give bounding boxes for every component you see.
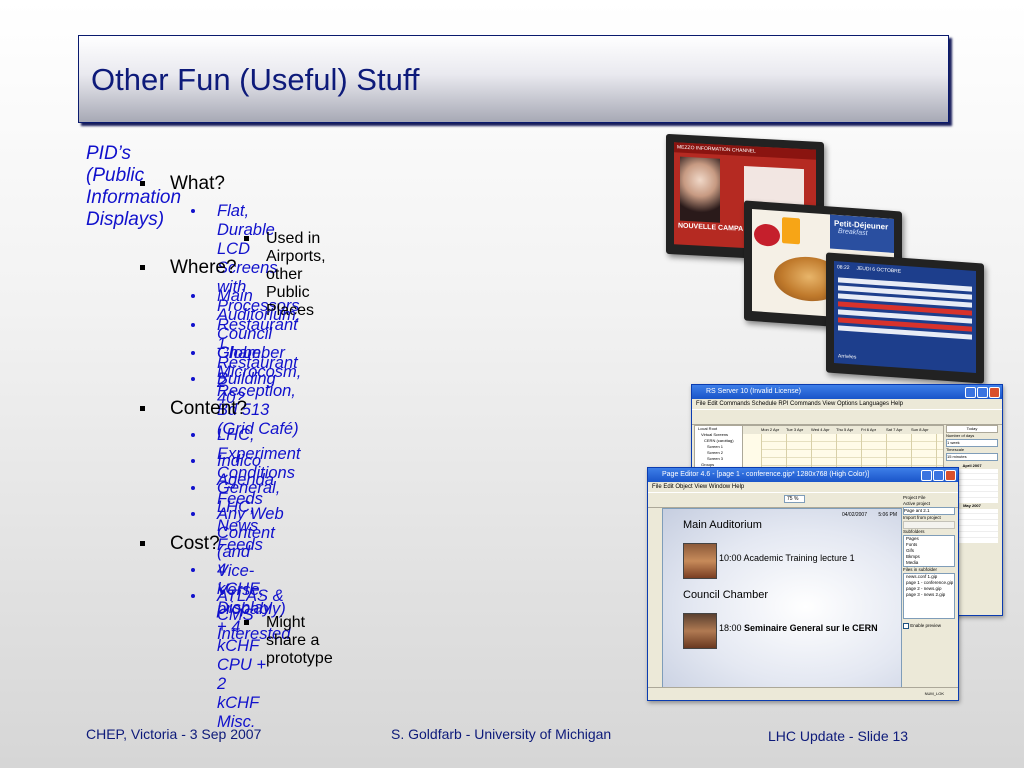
dot-bullet-icon — [191, 351, 195, 355]
square-bullet-icon — [140, 181, 145, 186]
subfolders-list[interactable]: Pages Fonts Gifs Bkmps Media — [903, 535, 955, 567]
display-3-time: 08:22 — [837, 264, 850, 272]
scheduler-toolbar[interactable] — [692, 409, 1002, 425]
bullet-cost: Cost? — [140, 533, 220, 555]
dot-bullet-icon — [191, 459, 195, 463]
days-select[interactable]: 1 week — [946, 439, 998, 447]
canvas-clock: 5:06 PM — [878, 512, 897, 518]
zoom-select[interactable]: 75 % — [784, 495, 806, 503]
day-column[interactable]: Mon 2 Apr — [761, 426, 786, 434]
schedule-header: Mon 2 Apr Tue 3 Apr Wed 4 Apr Thu 5 Apr … — [743, 426, 943, 434]
scheduler-title: RS Server 10 (Invalid License) — [706, 388, 801, 395]
bullet-cost-label: Cost? — [170, 533, 220, 554]
bullet-where-label: Where? — [170, 257, 237, 278]
timescale-select[interactable]: 15 minutes — [946, 453, 998, 461]
slide-title: Other Fun (Useful) Stuff — [91, 62, 420, 97]
checkbox-icon[interactable] — [903, 623, 909, 629]
active-project-select[interactable]: Page ant 2.1 — [903, 507, 955, 515]
enable-preview-checkbox[interactable]: Enable preview — [903, 623, 955, 629]
juice-glass-icon — [782, 217, 800, 245]
import-project-select[interactable] — [903, 521, 955, 529]
room-2-title: Council Chamber — [683, 589, 768, 601]
canvas-date: 04/02/2007 — [841, 512, 867, 518]
window-controls — [920, 470, 956, 487]
square-bullet-icon — [140, 541, 145, 546]
strawberry-icon — [754, 223, 780, 247]
footer-center: S. Goldfarb - University of Michigan — [391, 726, 612, 742]
event-2-time: 18:00 — [719, 623, 742, 633]
display-3-date: JEUDI 6 OCTOBRE — [856, 265, 902, 275]
bullet-content-label: Content? — [170, 398, 248, 419]
dot-bullet-icon — [191, 568, 195, 572]
day-column[interactable]: Tue 3 Apr — [786, 426, 811, 434]
square-bullet-icon — [244, 620, 249, 625]
room-1-title: Main Auditorium — [683, 519, 762, 531]
page-editor-window[interactable]: Page Editor 4.6 - [page 1 - conference.g… — [647, 467, 959, 701]
day-column[interactable]: Sun 8 Apr — [911, 426, 936, 434]
day-column[interactable]: Sat 7 Apr — [886, 426, 911, 434]
square-bullet-icon — [244, 236, 249, 241]
footer-right: LHC Update - Slide 13 — [768, 728, 909, 744]
display-photo-3: 08:22 JEUDI 6 OCTOBRE Arrivées — [826, 252, 984, 384]
page-editor-titlebar[interactable]: Page Editor 4.6 - [page 1 - conference.g… — [648, 468, 958, 482]
display-3-caption: Arrivées — [838, 353, 857, 361]
cost-sub-text: Might share a prototype — [266, 614, 333, 667]
bullet-what: What? — [140, 173, 225, 195]
dot-bullet-icon — [191, 433, 195, 437]
scheduler-menubar[interactable]: File Edit Commands Schedule RPI Commands… — [692, 399, 1002, 409]
close-icon[interactable] — [989, 387, 1000, 398]
files-list[interactable]: news.conf 1.gip page 1 - conference.gip … — [903, 573, 955, 619]
slide-title-bar: Other Fun (Useful) Stuff — [78, 35, 949, 123]
display-3-screen: 08:22 JEUDI 6 OCTOBRE Arrivées — [834, 261, 976, 373]
event-2-line: 18:00 Seminaire General sur le CERN — [719, 623, 878, 633]
page-editor-menubar[interactable]: File Edit Object View Window Help — [648, 482, 958, 492]
folder-item[interactable]: Media — [906, 560, 954, 566]
minimize-icon[interactable] — [921, 470, 932, 481]
dot-bullet-icon — [191, 594, 195, 598]
enable-preview-label: Enable preview — [910, 623, 942, 629]
page-editor-statusbar: NUM_LOK — [648, 687, 958, 700]
dot-bullet-icon — [191, 377, 195, 381]
auditorium-photo — [683, 543, 717, 579]
footer-left: CHEP, Victoria - 3 Sep 2007 — [86, 726, 262, 742]
display-1-portrait — [680, 156, 720, 223]
bullet-what-label: What? — [170, 173, 225, 194]
project-panel: Project File Active project Page ant 2.1… — [903, 495, 955, 685]
window-controls — [964, 387, 1000, 404]
display-1-tagline: NOUVELLE CAMPA — [678, 222, 744, 233]
files-list-empty — [906, 598, 954, 618]
page-editor-title: Page Editor 4.6 - [page 1 - conference.g… — [662, 471, 870, 478]
cost-sub: Might share a prototype — [244, 614, 333, 668]
day-column[interactable]: Fri 6 Apr — [861, 426, 886, 434]
square-bullet-icon — [140, 406, 145, 411]
square-bullet-icon — [140, 265, 145, 270]
page-canvas[interactable]: 04/02/2007 5:06 PM Main Auditorium 10:00… — [662, 508, 902, 688]
day-column[interactable]: Thu 5 Apr — [836, 426, 861, 434]
display-2-banner: Petit-Déjeuner Breakfast — [830, 214, 894, 253]
outline-heading: PID’s (Public Information Displays) — [86, 143, 182, 230]
dot-bullet-icon — [191, 323, 195, 327]
scheduler-titlebar[interactable]: RS Server 10 (Invalid License) — [692, 385, 1002, 399]
dot-bullet-icon — [191, 486, 195, 490]
event-1-line: 10:00 Academic Training lecture 1 — [719, 553, 855, 563]
maximize-icon[interactable] — [933, 470, 944, 481]
day-column[interactable]: Wed 4 Apr — [811, 426, 836, 434]
event-1-time: 10:00 — [719, 553, 742, 563]
event-1-title: Academic Training lecture 1 — [743, 553, 855, 563]
minimize-icon[interactable] — [965, 387, 976, 398]
event-2-title: Seminaire General sur le CERN — [744, 623, 878, 633]
dot-bullet-icon — [191, 294, 195, 298]
status-text: NUM_LOK — [924, 691, 944, 696]
maximize-icon[interactable] — [977, 387, 988, 398]
today-button[interactable]: Today — [946, 425, 998, 433]
close-icon[interactable] — [945, 470, 956, 481]
bullet-content: Content? — [140, 398, 248, 420]
dot-bullet-icon — [191, 512, 195, 516]
bullet-where: Where? — [140, 257, 237, 279]
tools-palette[interactable] — [650, 508, 660, 684]
dot-bullet-icon — [191, 209, 195, 213]
council-chamber-photo — [683, 613, 717, 649]
